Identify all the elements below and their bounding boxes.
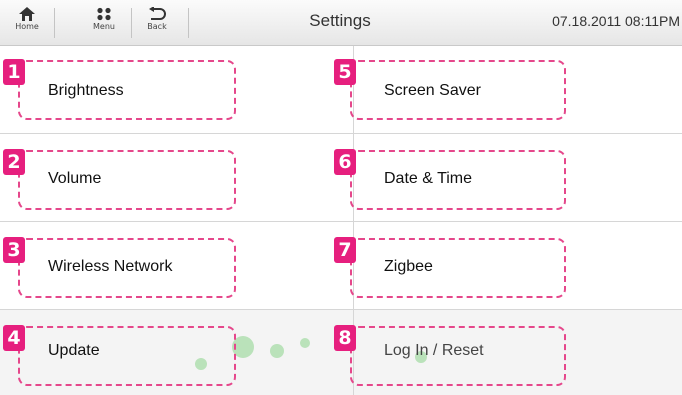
number-badge: 6 xyxy=(334,149,356,175)
setting-log-in-reset[interactable]: Log In / Reset xyxy=(354,310,682,395)
setting-label: Update xyxy=(48,342,100,359)
number-badge: 2 xyxy=(3,149,25,175)
setting-volume[interactable]: Volume xyxy=(0,134,354,222)
back-button[interactable]: Back xyxy=(138,4,176,42)
setting-brightness[interactable]: Brightness xyxy=(0,46,354,134)
nav-divider xyxy=(131,8,132,38)
setting-update[interactable]: Update xyxy=(0,310,354,395)
datetime-display: 07.18.2011 08:11PM xyxy=(552,13,680,29)
page-title: Settings xyxy=(309,11,371,30)
number-badge: 8 xyxy=(334,325,356,351)
menu-label: Menu xyxy=(93,22,115,31)
number-badge: 1 xyxy=(3,59,25,85)
home-label: Home xyxy=(15,22,39,31)
setting-screen-saver[interactable]: Screen Saver xyxy=(354,46,682,134)
top-bar: Home Menu Back Settings 07.18.2011 08:11… xyxy=(0,0,682,46)
home-icon xyxy=(19,7,35,21)
number-badge: 5 xyxy=(334,59,356,85)
setting-label: Wireless Network xyxy=(48,258,173,275)
setting-label: Volume xyxy=(48,170,102,187)
setting-label: Zigbee xyxy=(384,258,433,275)
back-icon xyxy=(149,7,166,20)
setting-label: Log In / Reset xyxy=(384,342,484,359)
number-badge: 7 xyxy=(334,237,356,263)
device-screen: Home Menu Back Settings 07.18.2011 08:11… xyxy=(0,0,682,395)
menu-button[interactable]: Menu xyxy=(85,4,123,42)
nav-divider xyxy=(188,8,189,38)
settings-grid: Brightness Volume Wireless Network Updat… xyxy=(0,46,682,395)
setting-label: Brightness xyxy=(48,82,124,99)
number-badge: 3 xyxy=(3,237,25,263)
home-button[interactable]: Home xyxy=(8,4,46,42)
number-badge: 4 xyxy=(3,325,25,351)
setting-label: Screen Saver xyxy=(384,82,481,99)
setting-date-time[interactable]: Date & Time xyxy=(354,134,682,222)
setting-label: Date & Time xyxy=(384,170,473,187)
setting-wireless-network[interactable]: Wireless Network xyxy=(0,222,354,310)
menu-icon xyxy=(97,7,111,21)
nav-divider xyxy=(54,8,55,38)
back-label: Back xyxy=(147,22,167,31)
setting-zigbee[interactable]: Zigbee xyxy=(354,222,682,310)
